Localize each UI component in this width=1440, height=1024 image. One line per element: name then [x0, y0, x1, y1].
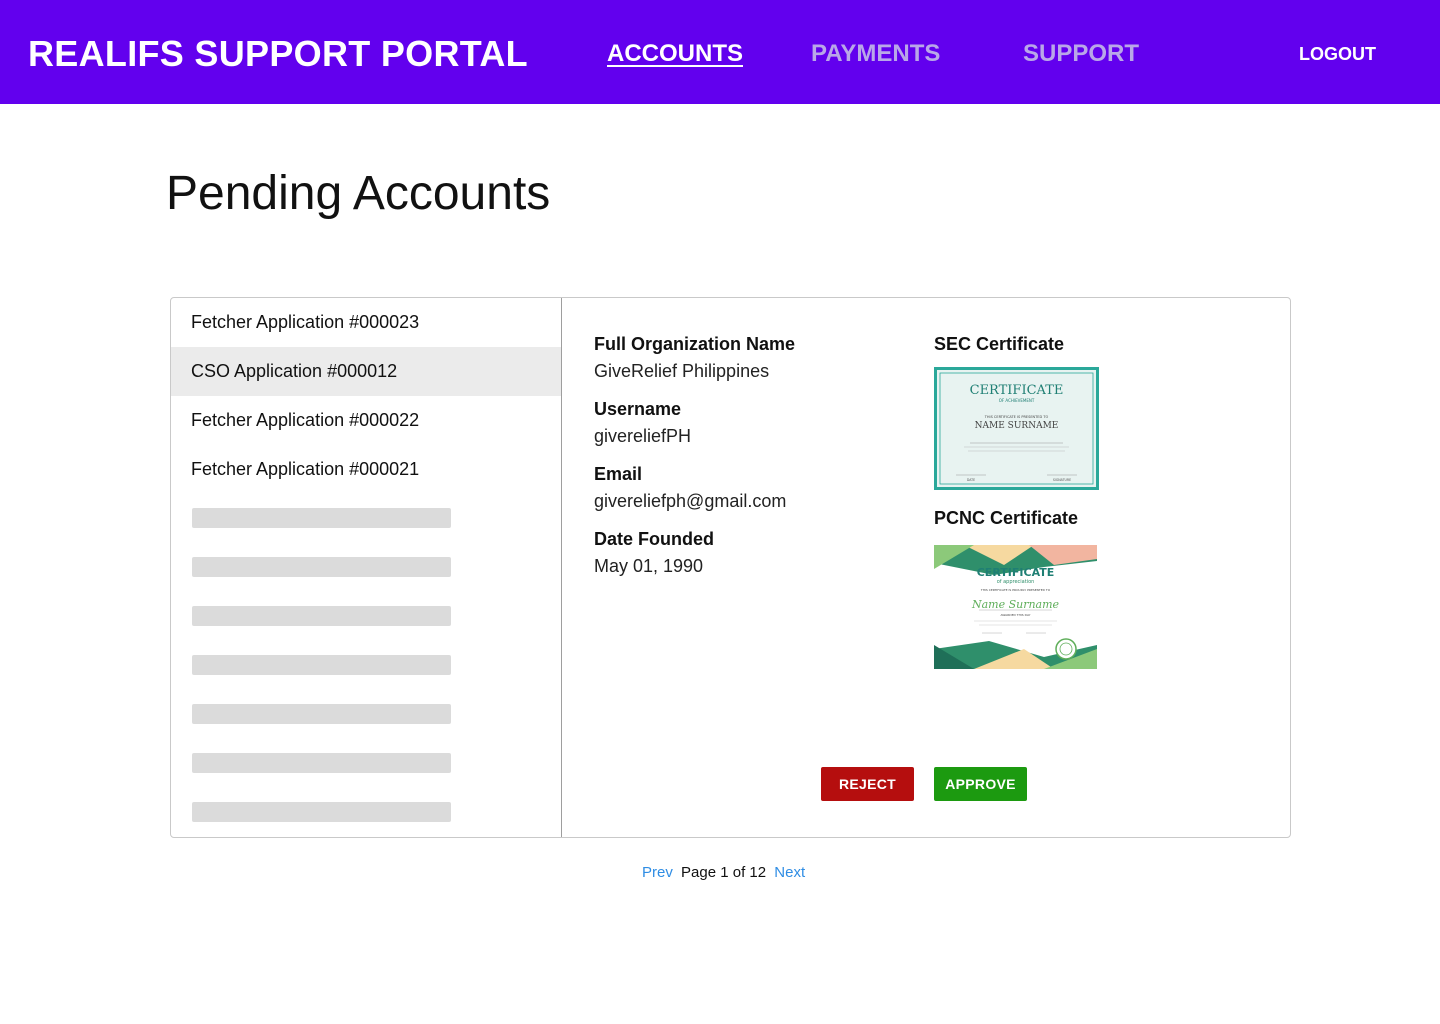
list-item-application-000021[interactable]: Fetcher Application #000021	[171, 445, 561, 494]
approve-button[interactable]: APPROVE	[934, 767, 1027, 801]
next-page-link[interactable]: Next	[774, 864, 805, 881]
loading-placeholder	[192, 704, 451, 724]
loading-placeholder	[192, 802, 451, 822]
loading-placeholder	[192, 557, 451, 577]
pcnc-cert-presented: THIS CERTIFICATE IS PROUDLY PRESENTED TO	[980, 588, 1051, 592]
page-status: Page 1 of 12	[681, 864, 767, 881]
pcnc-certificate-label: PCNC Certificate	[934, 508, 1079, 528]
email-label: Email	[594, 464, 643, 484]
date-founded-value: May 01, 1990	[594, 556, 704, 576]
nav-support-link[interactable]: SUPPORT	[1023, 38, 1139, 70]
loading-placeholder	[192, 508, 451, 528]
logout-link[interactable]: LOGOUT	[1299, 42, 1376, 66]
top-navigation-bar: REALIFS SUPPORT PORTAL ACCOUNTS PAYMENTS…	[0, 0, 1440, 104]
email-value: givereliefph@gmail.com	[594, 491, 787, 511]
portal-brand-title: REALIFS SUPPORT PORTAL	[28, 33, 528, 74]
sec-cert-title: CERTIFICATE	[970, 383, 1064, 398]
list-item-application-000023[interactable]: Fetcher Application #000023	[171, 298, 561, 347]
pcnc-cert-title: CERTIFICATE	[977, 566, 1055, 579]
loading-placeholder	[192, 606, 451, 626]
reject-button[interactable]: REJECT	[821, 767, 914, 801]
loading-placeholder	[192, 655, 451, 675]
sec-cert-signature-caption: SIGNATURE	[1053, 478, 1071, 482]
sec-certificate-image[interactable]: CERTIFICATE OF ACHIEVEMENT THIS CERTIFIC…	[934, 367, 1099, 490]
sec-cert-subtitle: OF ACHIEVEMENT	[999, 398, 1035, 403]
loading-placeholder	[192, 753, 451, 773]
pagination: Prev Page 1 of 12 Next	[642, 862, 805, 884]
list-item-application-000012[interactable]: CSO Application #000012	[171, 347, 561, 396]
applications-list: Fetcher Application #000023 CSO Applicat…	[171, 298, 562, 837]
list-item-application-000022[interactable]: Fetcher Application #000022	[171, 396, 561, 445]
org-name-label: Full Organization Name	[594, 334, 796, 354]
page-title: Pending Accounts	[166, 167, 551, 220]
sec-cert-date-caption: DATE	[967, 478, 975, 482]
pending-accounts-panel: Fetcher Application #000023 CSO Applicat…	[170, 297, 1291, 838]
sec-certificate-label: SEC Certificate	[934, 334, 1065, 354]
sec-cert-name: NAME SURNAME	[975, 421, 1059, 431]
date-founded-label: Date Founded	[594, 529, 714, 549]
pcnc-certificate-image[interactable]: CERTIFICATE of appreciation THIS CERTIFI…	[934, 545, 1097, 669]
pcnc-cert-name: Name Surname	[971, 598, 1060, 611]
pcnc-cert-awarded: AWARDED THIS DAY	[1000, 613, 1030, 617]
prev-page-link[interactable]: Prev	[642, 864, 673, 881]
username-label: Username	[594, 399, 682, 419]
sec-cert-presented: THIS CERTIFICATE IS PRESENTED TO	[984, 415, 1049, 419]
org-name-value: GiveRelief Philippines	[594, 361, 770, 381]
nav-payments-link[interactable]: PAYMENTS	[811, 38, 940, 70]
username-value: givereliefPH	[594, 426, 692, 446]
nav-accounts-link[interactable]: ACCOUNTS	[607, 38, 743, 70]
pcnc-cert-subtitle: of appreciation	[997, 579, 1035, 585]
